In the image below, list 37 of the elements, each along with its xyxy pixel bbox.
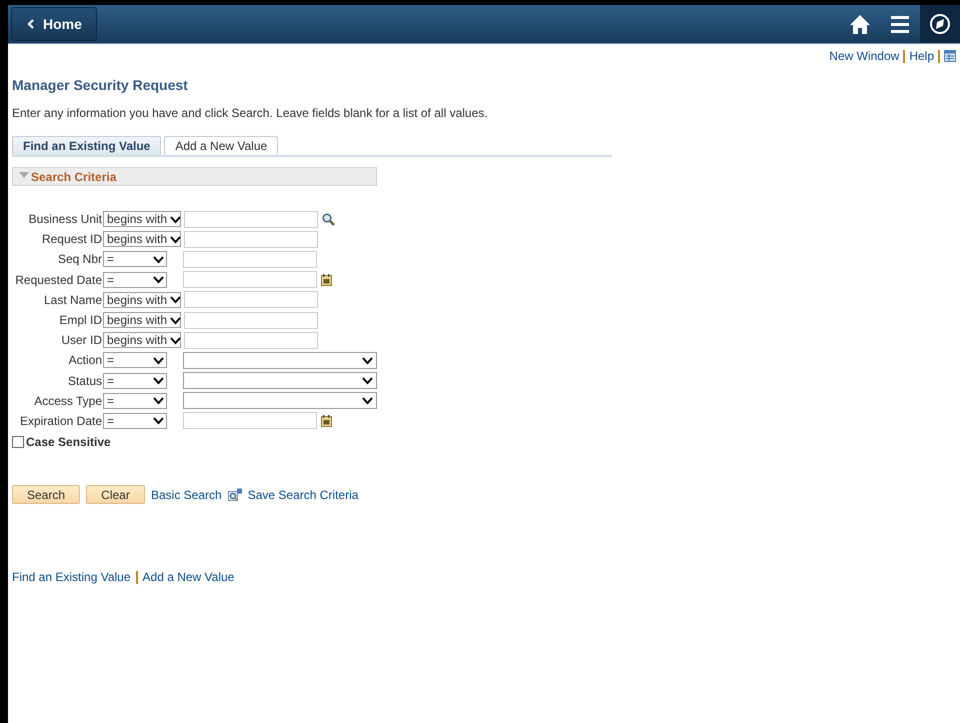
- operator-dropdown[interactable]: begins with: [103, 211, 181, 228]
- home-button[interactable]: Home: [11, 7, 97, 41]
- field-label: Requested Date: [14, 272, 102, 287]
- operator-dropdown[interactable]: begins with: [103, 312, 181, 328]
- footer-link[interactable]: Find an Existing Value: [12, 570, 131, 584]
- header-link[interactable]: New Window: [829, 49, 900, 63]
- clear-button[interactable]: Clear: [86, 485, 145, 504]
- footer-link[interactable]: Add a New Value: [142, 570, 234, 584]
- field-label: Access Type: [33, 394, 102, 408]
- operator-dropdown[interactable]: =: [103, 251, 167, 268]
- operator-dropdown[interactable]: begins with: [103, 332, 181, 348]
- field-label: Request ID: [40, 232, 102, 246]
- operator-dropdown[interactable]: =: [103, 412, 167, 429]
- basic-search-link[interactable]: Basic Search: [151, 488, 222, 502]
- operator-dropdown[interactable]: =: [103, 352, 167, 368]
- page-title: Manager Security Request: [12, 77, 189, 93]
- field-label: Status: [66, 374, 102, 388]
- field-label: User ID: [60, 333, 102, 348]
- field-label: Expiration Date: [18, 414, 102, 428]
- operator-dropdown[interactable]: begins with: [103, 231, 181, 248]
- section-header[interactable]: Search Criteria: [12, 167, 377, 186]
- field-label: Action: [68, 353, 102, 368]
- operator-dropdown[interactable]: =: [103, 272, 167, 288]
- field-label: Empl ID: [58, 313, 102, 328]
- field-label: Business Unit: [28, 212, 102, 226]
- tab[interactable]: Find an Existing Value: [12, 136, 162, 155]
- checkbox-label: Case Sensitive: [26, 435, 111, 450]
- operator-dropdown[interactable]: =: [103, 372, 167, 389]
- operator-dropdown[interactable]: =: [103, 392, 167, 409]
- field-label: Seq Nbr: [56, 252, 102, 266]
- save-search-link[interactable]: Save Search Criteria: [248, 488, 358, 502]
- field-label: Last Name: [42, 292, 102, 307]
- header-link[interactable]: Help: [909, 49, 934, 63]
- tab[interactable]: Add a New Value: [164, 136, 278, 155]
- operator-dropdown[interactable]: begins with: [103, 292, 181, 308]
- search-button[interactable]: Search: [12, 485, 80, 504]
- instructions-text: Enter any information you have and click Search. Leave fields blank for a list of all values.: [12, 106, 489, 120]
